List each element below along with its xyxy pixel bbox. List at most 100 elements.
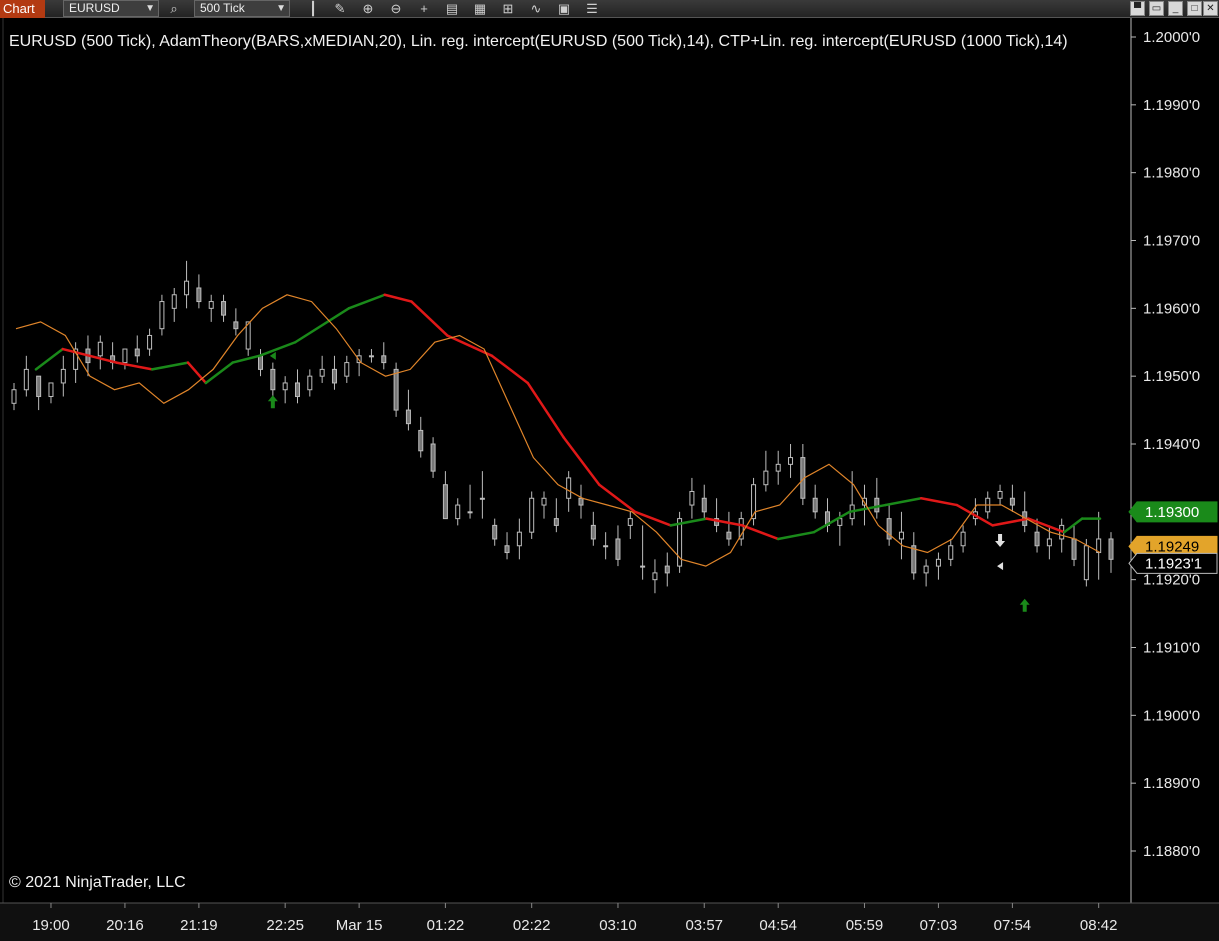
- candle-body: [516, 531, 522, 547]
- candle-body: [393, 368, 399, 411]
- candle-body: [319, 368, 325, 377]
- x-tick-label: 19:00: [32, 917, 70, 934]
- candle-body: [948, 545, 954, 560]
- maximize-icon[interactable]: □: [1187, 1, 1202, 16]
- y-tick-label: 1.1960'0: [1143, 300, 1200, 317]
- restore-icon[interactable]: ▭: [1149, 1, 1164, 16]
- candle-body: [442, 484, 448, 520]
- price-marker: 1.1923'1: [1128, 552, 1218, 574]
- candle-body: [874, 497, 880, 513]
- chart-tab[interactable]: Chart: [0, 0, 45, 18]
- candle-body: [898, 531, 904, 540]
- candle-body: [23, 368, 29, 391]
- y-tick-label: 1.1980'0: [1143, 165, 1200, 182]
- candle-body: [590, 524, 596, 540]
- zoom-in-icon[interactable]: ⊕: [359, 0, 377, 17]
- candle-body: [208, 301, 214, 309]
- x-tick-label: Mar 15: [336, 917, 383, 934]
- candle-body: [615, 538, 621, 560]
- candle-body: [134, 348, 140, 357]
- candle-body: [923, 565, 929, 574]
- candle-body: [60, 368, 66, 384]
- candle-body: [147, 334, 153, 350]
- candle-body: [1108, 538, 1114, 560]
- candle-body: [282, 382, 288, 391]
- candle-body: [652, 572, 658, 581]
- candle-body: [344, 362, 350, 377]
- indicator-icon[interactable]: ∿: [527, 0, 545, 17]
- candle-body: [726, 531, 732, 540]
- candle-body: [1083, 545, 1089, 581]
- candle-body: [997, 490, 1003, 499]
- candle-body: [529, 497, 535, 533]
- price-marker: 1.19300: [1128, 501, 1218, 523]
- candle-body: [455, 504, 461, 520]
- candle-body: [331, 368, 337, 384]
- x-tick-label: 04:54: [759, 917, 797, 934]
- chart-trader-icon[interactable]: ▣: [555, 0, 573, 17]
- copyright-text: © 2021 NinjaTrader, LLC: [9, 874, 186, 891]
- candle-body: [381, 355, 387, 364]
- candle-body: [36, 375, 42, 398]
- x-tick-label: 03:10: [599, 917, 637, 934]
- candle-body: [627, 518, 633, 526]
- candle-body: [578, 497, 584, 506]
- candle-body: [221, 301, 227, 316]
- instrument-value: EURUSD: [69, 1, 120, 15]
- candle-body: [467, 511, 473, 514]
- candle-body: [11, 389, 17, 404]
- minimize-icon[interactable]: _: [1168, 1, 1183, 16]
- search-icon[interactable]: ⌕: [165, 0, 183, 17]
- candle-body: [184, 280, 190, 296]
- candle-body: [1009, 497, 1015, 506]
- x-tick-label: 08:42: [1080, 917, 1118, 934]
- candle-body: [405, 409, 411, 425]
- candle-body: [960, 531, 966, 547]
- candle-body: [233, 321, 239, 330]
- candle-body: [775, 463, 781, 472]
- y-tick-label: 1.1940'0: [1143, 436, 1200, 453]
- candle-body: [418, 429, 424, 452]
- candle-body: [1071, 538, 1077, 560]
- candle-body: [664, 565, 670, 574]
- price-marker-label: 1.1923'1: [1145, 555, 1202, 572]
- candle-body: [689, 490, 695, 506]
- data-box-icon[interactable]: ▤: [443, 0, 461, 17]
- draw-pencil-icon[interactable]: ✎: [331, 0, 349, 17]
- candle-body: [171, 294, 177, 309]
- chart-title: EURUSD (500 Tick), AdamTheory(BARS,xMEDI…: [9, 33, 1068, 50]
- crosshair-icon[interactable]: +: [415, 0, 433, 17]
- bar-style-icon[interactable]: ┃: [304, 0, 322, 17]
- chart-area[interactable]: 1.2000'0 1.1990'0 1.1980'0 1.1970'0 1.1960'0…: [0, 18, 1219, 941]
- x-tick-label: 05:59: [846, 917, 884, 934]
- chart-canvas[interactable]: 1.2000'0 1.1990'0 1.1980'0 1.1970'0 1.1960'0…: [0, 18, 1219, 941]
- candle-body: [935, 558, 941, 567]
- candle-body: [430, 443, 436, 472]
- plot-background: [0, 18, 1219, 941]
- candle-body: [541, 497, 547, 506]
- menu-icon[interactable]: ☰: [583, 0, 601, 17]
- candle-body: [1034, 531, 1040, 547]
- x-tick-label: 01:22: [427, 917, 465, 934]
- instrument-select[interactable]: EURUSD ▼: [63, 0, 159, 17]
- y-tick-label: 1.1880'0: [1143, 843, 1200, 860]
- candle-body: [122, 348, 128, 364]
- candle-body: [492, 524, 498, 540]
- x-tick-label: 20:16: [106, 917, 144, 934]
- close-icon[interactable]: ✕: [1203, 1, 1218, 16]
- zoom-out-icon[interactable]: ⊖: [387, 0, 405, 17]
- candle-body: [911, 545, 917, 574]
- interval-value: 500 Tick: [200, 1, 245, 15]
- strategy-icon[interactable]: ⊞: [499, 0, 517, 17]
- y-tick-label: 1.1970'0: [1143, 233, 1200, 250]
- y-tick-label: 1.1890'0: [1143, 775, 1200, 792]
- tile-icon[interactable]: ▀: [1130, 1, 1145, 16]
- y-tick-label: 1.1950'0: [1143, 368, 1200, 385]
- interval-select[interactable]: 500 Tick ▼: [194, 0, 290, 17]
- properties-icon[interactable]: ▦: [471, 0, 489, 17]
- y-tick-label: 1.1920'0: [1143, 572, 1200, 589]
- chevron-down-icon: ▼: [276, 3, 286, 14]
- candle-body: [294, 382, 300, 398]
- candle-body: [640, 565, 646, 568]
- chevron-down-icon: ▼: [145, 3, 155, 14]
